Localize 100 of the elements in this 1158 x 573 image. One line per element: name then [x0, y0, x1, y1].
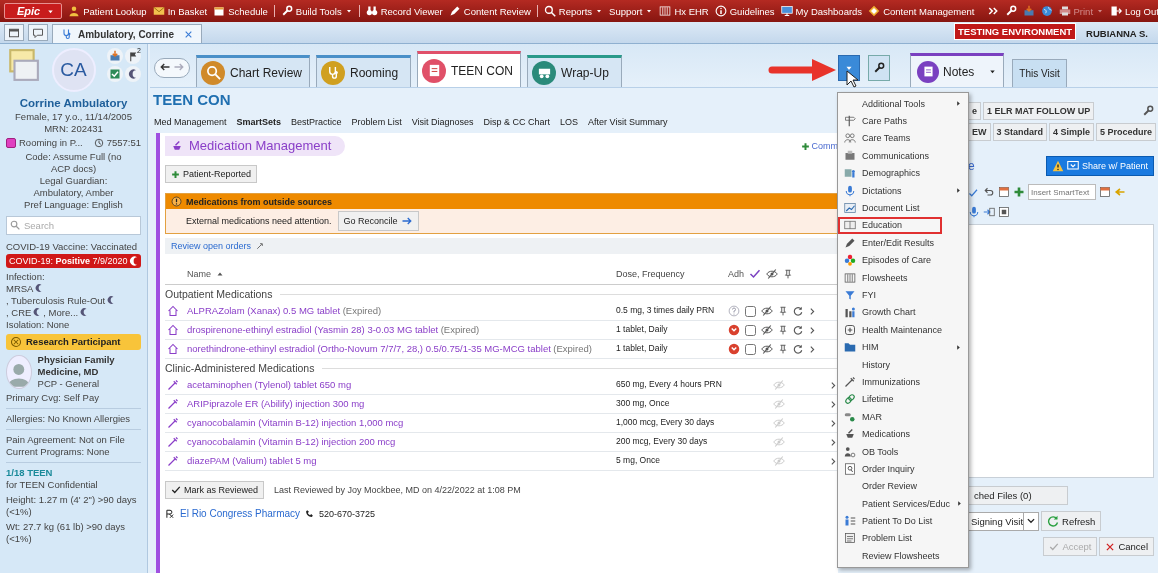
toolbar-button[interactable]: My Dashboards [780, 5, 863, 17]
tray-icon[interactable] [1022, 5, 1035, 17]
toolbar-button[interactable]: Record Viewer [365, 5, 443, 17]
menu-item[interactable]: Medications [838, 425, 968, 443]
cancel-button[interactable]: Cancel [1099, 537, 1154, 556]
medication-link[interactable]: drospirenone-ethinyl estradiol (Yasmin 28) 3-0.03 MG tablet [187, 324, 439, 335]
menu-item[interactable]: MAR [838, 408, 968, 426]
activity-tab[interactable]: Chart Review [196, 55, 311, 87]
activity-tab[interactable]: TEEN CON [417, 51, 522, 87]
menu-item[interactable]: Patient To Do List [838, 512, 968, 530]
menu-item[interactable]: Growth Chart [838, 303, 968, 322]
infection-link[interactable]: , CRE [6, 307, 32, 318]
plus-icon[interactable] [1013, 186, 1025, 198]
menu-item[interactable]: OB Tools [838, 442, 968, 461]
workspace-tab[interactable]: Ambulatory, Corrine [52, 24, 202, 43]
menu-item[interactable]: Enter/Edit Results [838, 234, 968, 252]
toolbar-button[interactable]: Patient Lookup [68, 5, 147, 17]
chat-button[interactable] [28, 24, 48, 41]
menu-item[interactable]: Education [838, 216, 942, 235]
toolbar-button[interactable]: Content Review [448, 5, 538, 17]
window-button[interactable] [4, 24, 24, 41]
medication-link[interactable]: cyanocobalamin (Vitamin B-12) injection 1,000 mcg [187, 417, 404, 428]
activity-tab[interactable]: Wrap-Up [527, 55, 623, 87]
menu-item[interactable]: Patient Services/Educ [838, 495, 968, 513]
adherence-checkbox[interactable] [745, 343, 756, 355]
section-link[interactable]: Problem List [351, 117, 402, 127]
pharmacy-link[interactable]: El Rio Congress Pharmacy [180, 508, 301, 519]
reconcile-button[interactable]: Go Reconcile [337, 211, 419, 231]
mark-reviewed-button[interactable]: Mark as Reviewed [165, 481, 265, 499]
menu-item[interactable]: FYI [838, 286, 968, 304]
close-icon[interactable] [184, 29, 193, 39]
eye-slash-icon[interactable] [761, 305, 773, 317]
activity-tab[interactable]: Rooming [316, 55, 412, 87]
adherence-checkbox[interactable] [745, 324, 756, 336]
import-icon[interactable] [983, 206, 995, 218]
toolbar-button[interactable]: Schedule [213, 5, 275, 17]
toolbar-button[interactable]: Support [609, 5, 654, 17]
files-button[interactable]: ched Files (0) [968, 486, 1068, 505]
toolbar-button[interactable]: In Basket [152, 5, 208, 17]
menu-item[interactable]: Problem List [838, 529, 968, 548]
square-icon[interactable] [998, 206, 1010, 218]
globe-icon[interactable] [1040, 5, 1053, 17]
eye-slash-icon[interactable] [761, 343, 773, 355]
share-button[interactable]: Share w/ Patient [1045, 156, 1154, 176]
spellcheck-icon[interactable] [968, 186, 980, 198]
menu-item[interactable]: Order Review [838, 477, 968, 495]
notes-tab[interactable]: Notes [910, 53, 1005, 87]
menu-item[interactable]: Episodes of Care [838, 251, 968, 269]
toolbar-button[interactable]: Build Tools [280, 5, 360, 17]
template-button[interactable]: 1 ELR MAT FOLLOW UP [983, 102, 1095, 120]
smarttext-field[interactable]: Insert SmartText [1028, 184, 1096, 200]
eye-slash-icon[interactable] [761, 324, 773, 336]
section-link[interactable]: Med Management [154, 117, 227, 127]
menu-item[interactable]: Additional Tools [838, 95, 968, 113]
menu-item[interactable]: Flowsheets [838, 268, 968, 287]
menu-item[interactable]: History [838, 355, 968, 374]
visit-select[interactable]: Signing Visit [968, 511, 1040, 531]
template-button[interactable]: EW [968, 123, 991, 141]
menu-item[interactable]: Lifetime [838, 390, 968, 409]
template-button[interactable]: 4 Simple [1049, 123, 1095, 141]
section-link[interactable]: BestPractice [291, 117, 342, 127]
menu-item[interactable]: HIM [838, 338, 968, 356]
adherence-checkbox[interactable] [745, 305, 756, 317]
infection-link[interactable]: MRSA [6, 283, 34, 294]
medication-link[interactable]: ALPRAZolam (Xanax) 0.5 MG tablet [187, 305, 341, 316]
section-link[interactable]: After Visit Summary [588, 117, 668, 127]
notes-tab[interactable]: This Visit [1012, 59, 1067, 87]
infection-link[interactable]: , Tuberculosis Rule-Out [6, 295, 106, 306]
section-link[interactable]: Visit Diagnoses [411, 117, 474, 127]
section-link[interactable]: Disp & CC Chart [483, 117, 551, 127]
template-button[interactable]: 5 Procedure [1096, 123, 1157, 141]
microphone-icon[interactable] [968, 206, 980, 218]
review-orders-link[interactable]: Review open orders [171, 241, 252, 251]
list-icon[interactable] [1099, 186, 1111, 198]
menu-item[interactable]: Order Inquiry [838, 460, 968, 478]
patient-reported-button[interactable]: Patient-Reported [165, 165, 258, 183]
menu-item[interactable]: Care Teams [838, 129, 968, 148]
infection-link[interactable]: , More... [43, 307, 79, 318]
medication-link[interactable]: norethindrone-ethinyl estradiol (Ortho-Novum 7/7/7, 28,) 0.5/0.75/1-35 MG-MCG tablet [187, 343, 551, 354]
toolbar-button[interactable]: Reports [543, 5, 604, 17]
epic-logo-button[interactable]: Epic [4, 3, 63, 19]
medication-link[interactable]: diazePAM (Valium) tablet 5 mg [187, 455, 317, 466]
menu-item[interactable]: Immunizations [838, 373, 968, 391]
double-chevron-icon[interactable] [986, 5, 999, 17]
undo-icon[interactable] [983, 186, 995, 198]
menu-item[interactable]: Communications [838, 147, 968, 165]
check-icon[interactable] [109, 68, 121, 80]
template-button[interactable]: 3 Standard [992, 123, 1047, 141]
toolbar-button[interactable]: Content Management [868, 5, 975, 17]
menu-item[interactable]: Review Flowsheets [838, 547, 968, 565]
note-link[interactable]: e [968, 159, 975, 173]
menu-item[interactable]: Dictations [838, 181, 968, 200]
medication-link[interactable]: cyanocobalamin (Vitamin B-12) injection 200 mcg [187, 436, 396, 447]
wrench-button[interactable] [868, 55, 890, 81]
pin-icon[interactable] [778, 325, 788, 335]
section-link[interactable]: SmartSets [236, 117, 282, 127]
menu-item[interactable]: Demographics [838, 164, 968, 182]
medication-link[interactable]: ARIPiprazole ER (Abilify) injection 300 mg [187, 398, 365, 409]
tray-icon[interactable] [109, 50, 121, 62]
section-link[interactable]: LOS [560, 117, 579, 127]
